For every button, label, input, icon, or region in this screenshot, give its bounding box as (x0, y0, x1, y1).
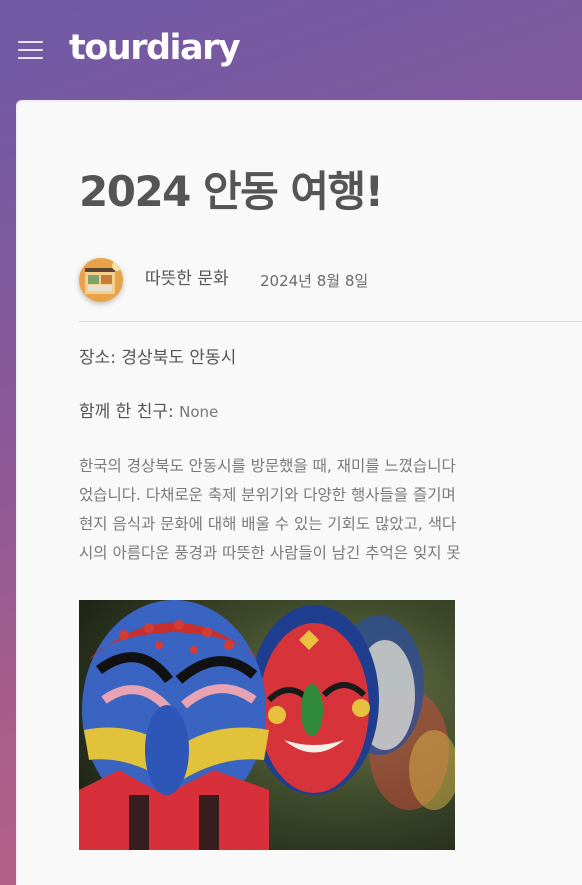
author-avatar[interactable] (79, 258, 123, 302)
traditional-mask-photo (79, 600, 455, 850)
divider (79, 321, 582, 322)
post-author[interactable]: 따뜻한 문화 (145, 266, 229, 292)
post-body: 한국의 경상북도 안동시를 방문했을 때, 재미를 느꼈습니다 었습니다. 다채… (79, 452, 582, 568)
body-line: 현지 음식과 문화에 대해 배울 수 있는 기회도 많았고, 색다 (79, 515, 457, 533)
companion-label: 함께 한 친구: (79, 402, 174, 422)
body-line: 한국의 경상북도 안동시를 방문했을 때, 재미를 느꼈습니다 (79, 457, 456, 475)
hamburger-menu-icon[interactable] (18, 40, 44, 62)
post-photo (79, 600, 455, 850)
location-line: 장소: 경상북도 안동시 (79, 345, 236, 371)
location-label: 장소: (79, 348, 117, 368)
post-card: 2024 안동 여행! 따뜻한 문화 2024년 8월 8일 장소: 경상북도 … (16, 100, 582, 885)
companion-line: 함께 한 친구: None (79, 399, 218, 425)
site-logo[interactable]: tourdiary (69, 24, 241, 72)
avatar-image-icon (79, 258, 123, 302)
location-value: 경상북도 안동시 (121, 348, 237, 368)
post-title: 2024 안동 여행! (79, 167, 384, 216)
body-line: 었습니다. 다채로운 축제 분위기와 다양한 행사들을 즐기며 (79, 486, 456, 504)
post-date: 2024년 8월 8일 (260, 272, 369, 290)
body-line: 시의 아름다운 풍경과 따뜻한 사람들이 남긴 추억은 잊지 못 (79, 544, 461, 562)
companion-value: None (179, 403, 219, 421)
top-bar: tourdiary (0, 0, 582, 100)
